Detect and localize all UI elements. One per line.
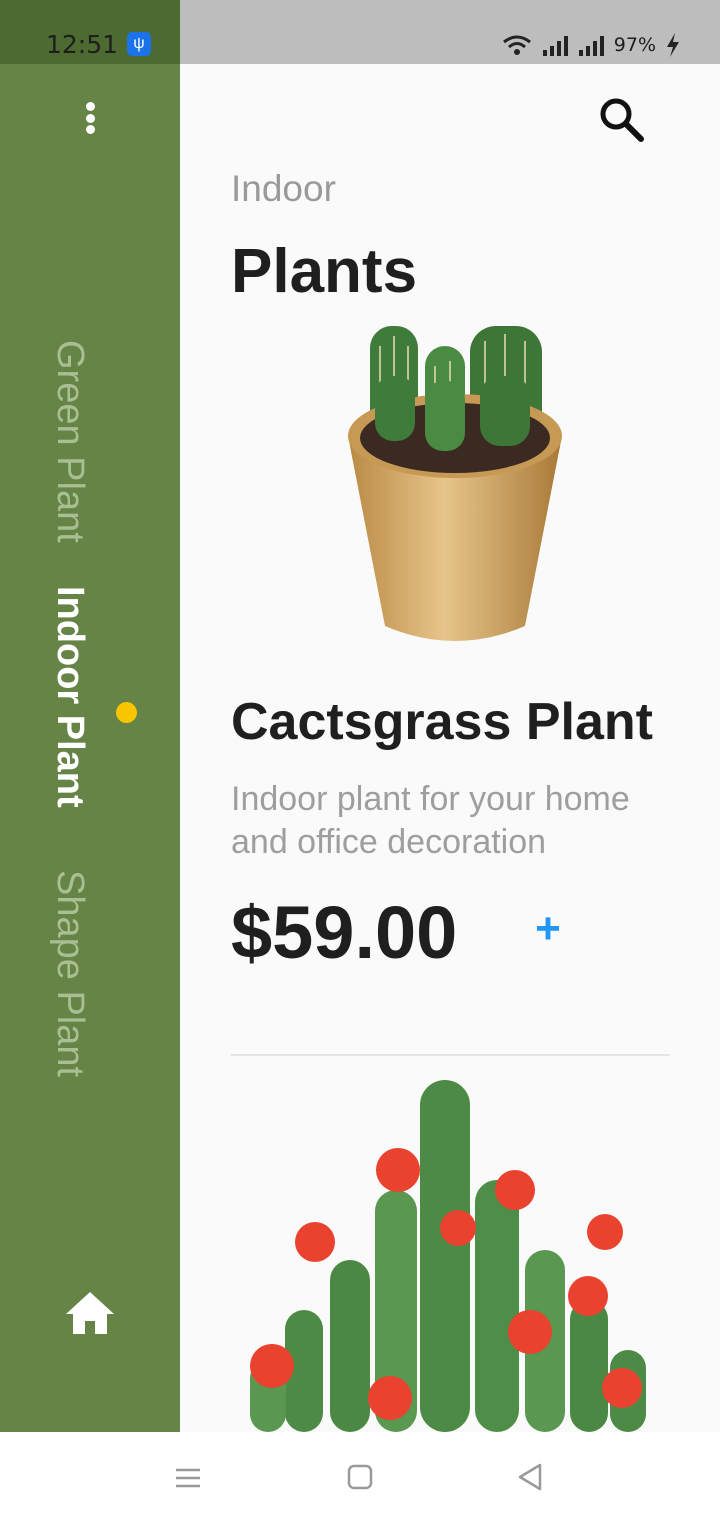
page-subtitle: Indoor (231, 168, 336, 209)
home-square-icon[interactable] (340, 1460, 380, 1496)
cactus-pot-image[interactable] (330, 326, 580, 646)
back-triangle-icon[interactable] (510, 1460, 550, 1496)
battery-level: 97% (613, 34, 656, 56)
signal-icon (542, 36, 568, 56)
product-name[interactable]: Cactsgrass Plant (231, 692, 653, 752)
product-description: Indoor plant for your home and office de… (231, 780, 630, 861)
product-price: $59.00 (231, 891, 458, 974)
flowering-cactus-image[interactable] (230, 1070, 670, 1432)
more-vertical-icon[interactable] (70, 100, 110, 136)
sidebar-item-indoor-plant[interactable]: Indoor Plant (49, 586, 91, 808)
sidebar-item-green-plant[interactable]: Green Plant (49, 340, 91, 543)
system-nav-bar (0, 1432, 720, 1520)
add-to-cart-button[interactable]: + (530, 907, 566, 951)
active-indicator (116, 702, 137, 723)
page-title: Plants (231, 237, 418, 306)
charging-icon (667, 33, 679, 57)
divider (231, 1054, 670, 1056)
status-time: 12:51 (46, 30, 119, 59)
sidebar: Green Plant Indoor Plant Shape Plant (0, 64, 180, 1432)
signal-icon (578, 36, 604, 56)
status-icons: 97% (502, 30, 680, 60)
sidebar-item-shape-plant[interactable]: Shape Plant (49, 870, 91, 1077)
home-icon[interactable] (64, 1290, 116, 1336)
usb-icon: ψ (127, 32, 151, 56)
search-icon[interactable] (596, 94, 646, 144)
menu-icon[interactable] (168, 1460, 208, 1496)
wifi-icon (502, 35, 531, 55)
